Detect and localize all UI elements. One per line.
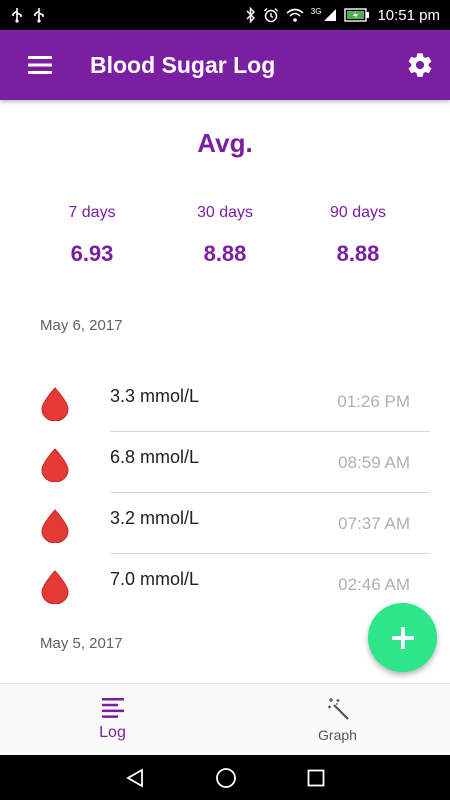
magic-wand-icon xyxy=(327,698,349,720)
entry-value: 3.2 mmol/L xyxy=(110,508,200,528)
clock: 10:51 pm xyxy=(377,6,440,24)
average-period-label: 7 days xyxy=(68,204,116,221)
entry-time: 01:26 PM xyxy=(337,392,410,411)
alarm-icon xyxy=(263,7,278,23)
average-30-days: 30 days 8.88 xyxy=(150,204,300,267)
nav-tab-log[interactable]: Log xyxy=(0,684,225,756)
add-entry-button[interactable] xyxy=(368,603,437,672)
blood-drop-icon xyxy=(41,387,69,421)
nav-tab-label: Graph xyxy=(318,727,357,743)
entry-time: 07:37 AM xyxy=(338,514,410,533)
log-entry[interactable]: 6.8 mmol/L 08:59 AM xyxy=(0,432,450,493)
average-value: 8.88 xyxy=(203,241,247,266)
usb-icon xyxy=(34,8,44,23)
log-entry[interactable]: 7.0 mmol/L 02:46 AM xyxy=(0,554,450,615)
log-entry[interactable]: 3.2 mmol/L 07:37 AM xyxy=(0,493,450,554)
entry-time: 08:59 AM xyxy=(338,453,410,472)
status-bar: 3G 10:51 pm xyxy=(0,0,450,30)
status-right-icons: 3G 10:51 pm xyxy=(245,7,440,24)
log-entry[interactable]: 3.3 mmol/L 01:26 PM xyxy=(0,371,450,432)
signal-icon xyxy=(324,9,337,21)
wifi-icon xyxy=(286,8,304,22)
battery-charging-icon xyxy=(344,8,370,22)
date-header: May 6, 2017 xyxy=(40,317,123,334)
entry-value: 6.8 mmol/L xyxy=(110,447,200,467)
average-value: 8.88 xyxy=(336,241,380,266)
system-navigation-bar xyxy=(0,755,450,800)
average-period-label: 90 days xyxy=(329,204,387,221)
entry-value: 7.0 mmol/L xyxy=(110,569,200,589)
average-7-days: 7 days 6.93 xyxy=(17,204,167,267)
bottom-navigation: Log Graph xyxy=(0,683,450,755)
app-bar: Blood Sugar Log xyxy=(0,30,450,100)
average-period-label: 30 days xyxy=(196,204,254,221)
list-icon xyxy=(101,698,124,718)
average-90-days: 90 days 8.88 xyxy=(283,204,433,267)
entry-time: 02:46 AM xyxy=(338,575,410,594)
menu-button[interactable] xyxy=(0,30,80,100)
page-title: Blood Sugar Log xyxy=(90,51,276,78)
averages-title: Avg. xyxy=(197,128,253,158)
home-icon[interactable] xyxy=(215,767,237,789)
usb-icon xyxy=(12,8,22,23)
nav-tab-label: Log xyxy=(99,724,126,741)
blood-drop-icon xyxy=(41,448,69,482)
menu-icon xyxy=(28,56,52,74)
average-value: 6.93 xyxy=(70,241,114,266)
blood-drop-icon xyxy=(41,570,69,604)
entry-value: 3.3 mmol/L xyxy=(110,386,200,406)
settings-button[interactable] xyxy=(390,30,450,100)
gear-icon xyxy=(408,53,432,77)
back-icon[interactable] xyxy=(125,767,145,788)
plus-icon xyxy=(391,626,414,649)
bluetooth-icon xyxy=(246,7,255,23)
nav-tab-graph[interactable]: Graph xyxy=(225,684,450,756)
network-type: 3G xyxy=(310,6,322,16)
recents-icon[interactable] xyxy=(307,769,325,787)
date-header: May 5, 2017 xyxy=(40,635,123,652)
blood-drop-icon xyxy=(41,509,69,543)
status-left-icons xyxy=(10,7,46,23)
